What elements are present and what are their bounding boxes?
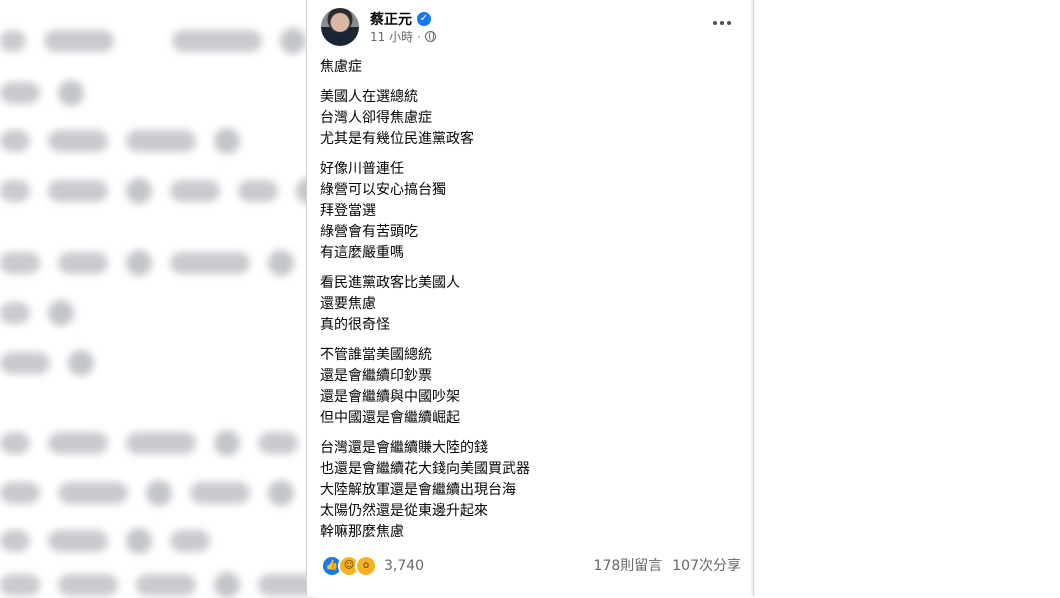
text-line: 有這麼嚴重嗎 bbox=[320, 245, 404, 261]
blurred-row bbox=[0, 80, 84, 106]
comment-count[interactable]: 178則留言 bbox=[594, 555, 663, 575]
text-line: 焦慮症 bbox=[320, 59, 362, 75]
meta-separator: · bbox=[417, 29, 421, 44]
blurred-row bbox=[0, 300, 74, 326]
verified-icon: ✓ bbox=[417, 12, 431, 26]
text-line: 真的很奇怪 bbox=[320, 317, 390, 333]
text-line: 台灣人卻得焦慮症 bbox=[320, 110, 432, 126]
blurred-row bbox=[0, 430, 298, 456]
paragraph: 好像川普連任 綠營可以安心搞台獨 拜登當選 綠營會有苦頭吃 有這麼嚴重嗎 bbox=[320, 159, 740, 264]
text-line: 幹嘛那麼焦慮 bbox=[320, 524, 404, 540]
blurred-row bbox=[0, 528, 210, 554]
blurred-row bbox=[0, 350, 94, 376]
blurred-row bbox=[0, 250, 294, 276]
paragraph: 台灣還是會繼續賺大陸的錢 也還是會繼續花大錢向美國買武器 大陸解放軍還是會繼續出… bbox=[320, 438, 740, 543]
text-line: 也還是會繼續花大錢向美國買武器 bbox=[320, 461, 530, 477]
reactions-summary[interactable]: 👍 ☺ o 3,740 bbox=[321, 555, 424, 577]
paragraph: 看民進黨政客比美國人 還要焦慮 真的很奇怪 bbox=[320, 273, 740, 336]
blurred-row bbox=[0, 128, 240, 154]
wow-icon: o bbox=[355, 555, 377, 577]
text-line: 好像川普連任 bbox=[320, 161, 404, 177]
globe-icon bbox=[424, 31, 436, 42]
blurred-row bbox=[0, 572, 318, 598]
text-line: 還是會繼續與中國吵架 bbox=[320, 389, 460, 405]
blurred-row bbox=[0, 480, 294, 506]
paragraph: 不管誰當美國總統 還是會繼續印鈔票 還是會繼續與中國吵架 但中國還是會繼續崛起 bbox=[320, 345, 740, 429]
post-header: 蔡正元 ✓ bbox=[370, 9, 431, 29]
blurred-row bbox=[0, 178, 322, 204]
paragraph: 焦慮症 bbox=[320, 57, 740, 78]
text-line: 美國人在選總統 bbox=[320, 89, 418, 105]
engagement-counts: 178則留言 107次分享 bbox=[594, 555, 741, 575]
author-name[interactable]: 蔡正元 bbox=[370, 9, 412, 29]
text-line: 看民進黨政客比美國人 bbox=[320, 275, 460, 291]
text-line: 還是會繼續印鈔票 bbox=[320, 368, 432, 384]
avatar[interactable] bbox=[321, 8, 359, 46]
text-line: 綠營可以安心搞台獨 bbox=[320, 182, 446, 198]
paragraph: 美國人在選總統 台灣人卻得焦慮症 尤其是有幾位民進黨政客 bbox=[320, 87, 740, 150]
text-line: 綠營會有苦頭吃 bbox=[320, 224, 418, 240]
text-line: 大陸解放軍還是會繼續出現台海 bbox=[320, 482, 516, 498]
post-meta: 11 小時 · bbox=[370, 28, 436, 45]
blurred-row bbox=[0, 28, 306, 54]
post-footer: 👍 ☺ o 3,740 178則留言 107次分享 bbox=[321, 553, 741, 577]
post-body: 焦慮症 美國人在選總統 台灣人卻得焦慮症 尤其是有幾位民進黨政客 好像川普連任 … bbox=[320, 57, 740, 552]
more-icon[interactable] bbox=[707, 12, 737, 34]
text-line: 還要焦慮 bbox=[320, 296, 376, 312]
text-line: 台灣還是會繼續賺大陸的錢 bbox=[320, 440, 488, 456]
facebook-post: 蔡正元 ✓ 11 小時 · 焦慮症 美國人在選總統 台灣人卻得焦慮症 尤其是有幾… bbox=[307, 0, 751, 596]
text-line: 尤其是有幾位民進黨政客 bbox=[320, 131, 474, 147]
post-timestamp[interactable]: 11 小時 bbox=[370, 28, 413, 45]
text-line: 拜登當選 bbox=[320, 203, 376, 219]
reaction-count[interactable]: 3,740 bbox=[384, 558, 424, 574]
share-count[interactable]: 107次分享 bbox=[672, 555, 741, 575]
text-line: 太陽仍然還是從東邊升起來 bbox=[320, 503, 488, 519]
text-line: 但中國還是會繼續崛起 bbox=[320, 410, 460, 426]
text-line: 不管誰當美國總統 bbox=[320, 347, 432, 363]
